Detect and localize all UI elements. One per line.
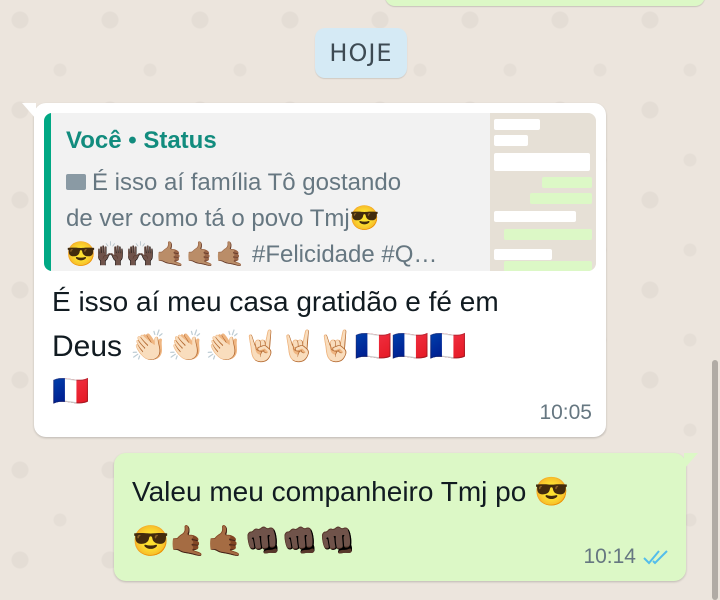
quote-line: 😎🙌🏿🙌🏿🤙🏽🤙🏽🤙🏽 #Felicidade #Q… [66, 241, 438, 268]
message-text: É isso aí meu casa gratidão e fé em Deus… [52, 279, 582, 414]
image-icon [66, 173, 86, 190]
message-meta: 10:14 [583, 545, 672, 569]
outgoing-message[interactable]: Valeu meu companheiro Tmj po 😎 😎🤙🏾🤙🏾👊🏿👊🏿… [114, 453, 698, 581]
quote-line: É isso aí família Tô gostando [92, 169, 402, 196]
status-thumbnail[interactable] [490, 113, 596, 271]
quote-line: de ver como tá o povo Tmj😎 [66, 205, 380, 232]
message-line: 😎🤙🏾🤙🏾👊🏿👊🏿👊🏿 [132, 525, 357, 558]
scrollbar[interactable] [712, 360, 718, 600]
quoted-status-reply[interactable]: Você • Status É isso aí família Tô gosta… [44, 113, 596, 271]
date-separator: HOJE [315, 28, 407, 78]
message-text: Valeu meu companheiro Tmj po 😎 😎🤙🏾🤙🏾👊🏿👊🏿… [132, 467, 632, 567]
double-check-icon [643, 550, 668, 565]
message-time: 10:05 [539, 401, 592, 424]
message-line: É isso aí meu casa gratidão e fé em [52, 286, 499, 317]
previous-message-edge[interactable] [385, 0, 705, 6]
message-time: 10:14 [583, 545, 636, 568]
quote-text: É isso aí família Tô gostando de ver com… [66, 165, 486, 271]
message-line: Deus 👏🏻👏🏻👏🏻🤘🏻🤘🏻🤘🏻🇫🇷🇫🇷🇫🇷 [52, 330, 467, 363]
message-line: Valeu meu companheiro Tmj po 😎 [132, 476, 569, 507]
quote-author: Você • Status [66, 127, 217, 154]
incoming-message[interactable]: Você • Status É isso aí família Tô gosta… [22, 103, 606, 437]
message-line: 🇫🇷 [52, 375, 90, 408]
quote-accent-bar [44, 113, 51, 271]
